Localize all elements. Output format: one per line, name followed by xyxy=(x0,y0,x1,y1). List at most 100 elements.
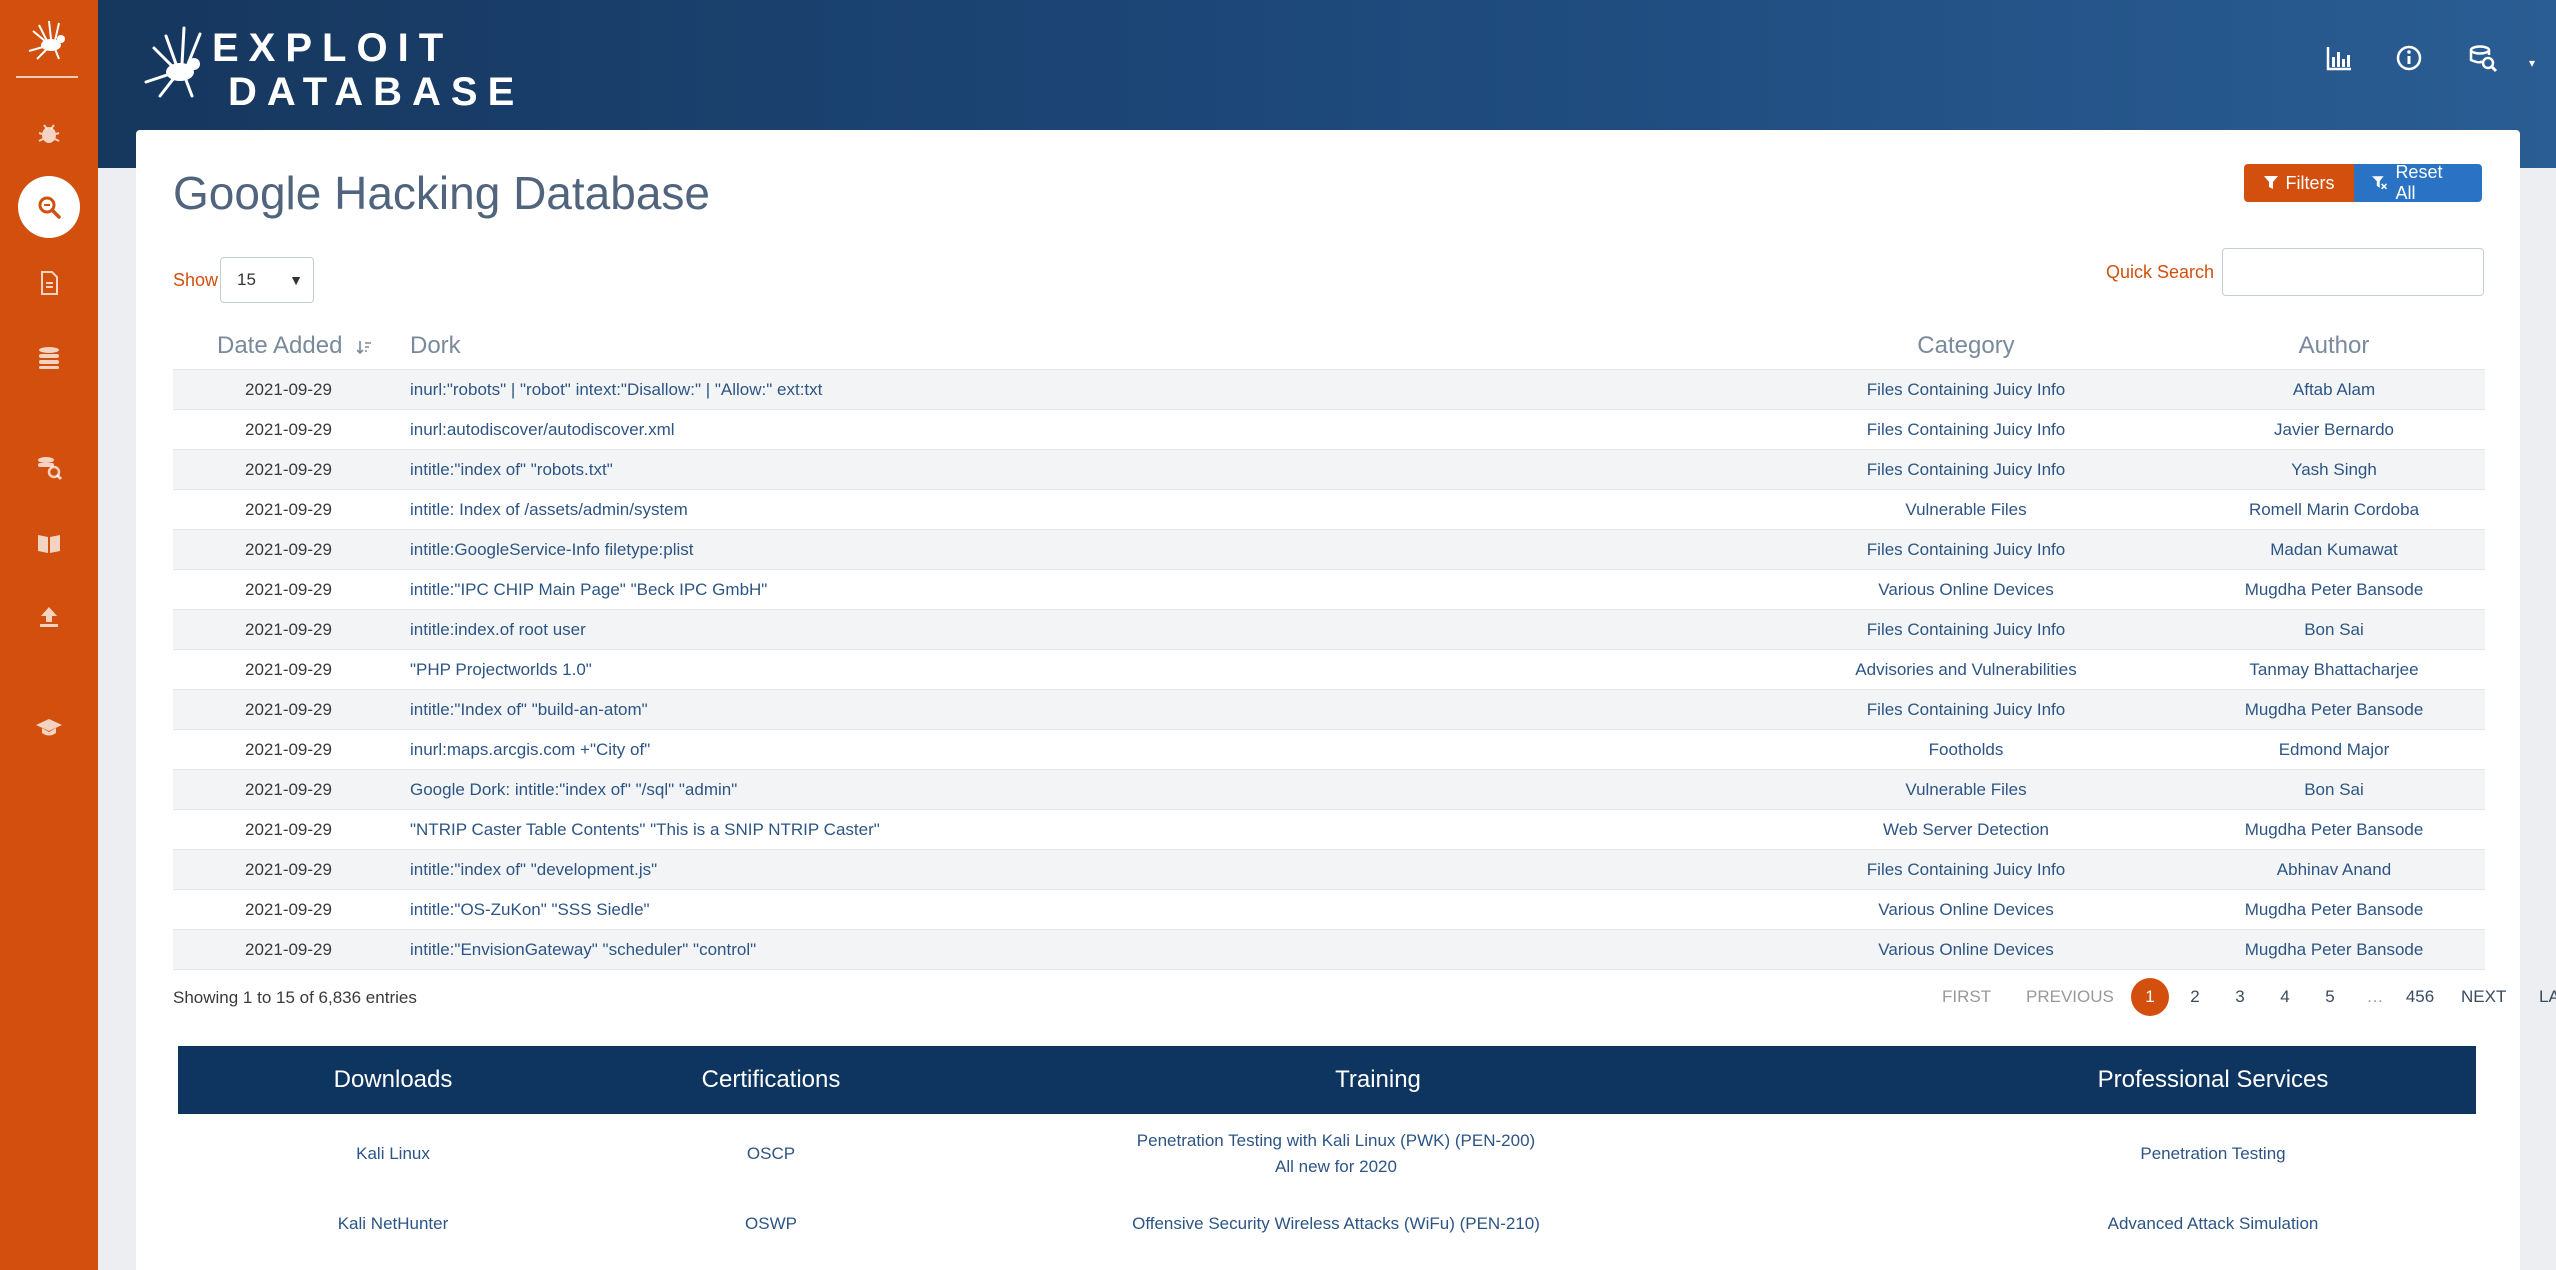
pagination-page-1[interactable]: 1 xyxy=(2131,978,2169,1016)
filters-button[interactable]: Filters xyxy=(2244,164,2354,202)
cell-dork-link[interactable]: Google Dork: intitle:"index of" "/sql" "… xyxy=(410,780,737,800)
footer-link-wifu[interactable]: Offensive Security Wireless Attacks (WiF… xyxy=(1048,1214,1624,1234)
pagination: FIRST PREVIOUS 1 2 3 4 5 … 456 NEXT LAST xyxy=(1796,978,2556,1016)
cell-dork-link[interactable]: intitle:GoogleService-Info filetype:plis… xyxy=(410,540,693,560)
cell-category-link[interactable]: Files Containing Juicy Info xyxy=(1754,380,2178,400)
cell-dork-link[interactable]: intitle:"Index of" "build-an-atom" xyxy=(410,700,648,720)
cell-author-link[interactable]: Yash Singh xyxy=(2134,460,2534,480)
cell-dork-link[interactable]: intitle:"EnvisionGateway" "scheduler" "c… xyxy=(410,940,756,960)
table-body: 2021-09-29 inurl:"robots" | "robot" intex… xyxy=(173,370,2485,970)
cell-author-link[interactable]: Mugdha Peter Bansode xyxy=(2134,580,2534,600)
sidebar-item-exploits[interactable] xyxy=(0,96,98,170)
sidebar-item-submit[interactable] xyxy=(0,580,98,654)
footer-link-kali-nethunter[interactable]: Kali NetHunter xyxy=(178,1214,608,1234)
pagination-next[interactable]: NEXT xyxy=(2461,978,2506,1016)
cell-author-link[interactable]: Aftab Alam xyxy=(2134,380,2534,400)
pagination-first[interactable]: FIRST xyxy=(1942,978,1991,1016)
table-row: 2021-09-29 "PHP Projectworlds 1.0" Advisor… xyxy=(173,650,2485,690)
cell-category-link[interactable]: Various Online Devices xyxy=(1754,900,2178,920)
footer-link-kali-linux[interactable]: Kali Linux xyxy=(178,1144,608,1164)
cell-category-link[interactable]: Vulnerable Files xyxy=(1754,500,2178,520)
cell-dork-link[interactable]: intitle:"index of" "robots.txt" xyxy=(410,460,613,480)
column-header-date-label: Date Added xyxy=(217,332,343,359)
cell-category-link[interactable]: Web Server Detection xyxy=(1754,820,2178,840)
table-row: 2021-09-29 intitle:"index of" "developmen… xyxy=(173,850,2485,890)
exploit-database-logo[interactable]: EXPLOIT DATABASE xyxy=(140,20,514,114)
column-header-dork[interactable]: Dork xyxy=(410,332,461,360)
pagination-page-4[interactable]: 4 xyxy=(2266,978,2304,1016)
cell-category-link[interactable]: Advisories and Vulnerabilities xyxy=(1754,660,2178,680)
footer-link-advanced-attack-simulation[interactable]: Advanced Attack Simulation xyxy=(2028,1214,2398,1234)
cell-author-link[interactable]: Mugdha Peter Bansode xyxy=(2134,900,2534,920)
column-header-category[interactable]: Category xyxy=(1854,332,2078,360)
sidebar xyxy=(0,0,98,1270)
info-icon[interactable] xyxy=(2389,38,2429,78)
cell-dork-link[interactable]: inurl:maps.arcgis.com +"City of" xyxy=(410,740,650,760)
chevron-down-icon[interactable]: ▾ xyxy=(2529,56,2535,70)
cell-category-link[interactable]: Footholds xyxy=(1754,740,2178,760)
footer-link-oswp[interactable]: OSWP xyxy=(608,1214,934,1234)
cell-author-link[interactable]: Tanmay Bhattacharjee xyxy=(2134,660,2534,680)
cell-dork-link[interactable]: inurl:autodiscover/autodiscover.xml xyxy=(410,420,675,440)
book-icon xyxy=(38,535,60,553)
sidebar-item-submissions[interactable] xyxy=(0,506,98,580)
cell-author-link[interactable]: Mugdha Peter Bansode xyxy=(2134,700,2534,720)
pagination-page-456[interactable]: 456 xyxy=(2400,978,2440,1016)
cell-category-link[interactable]: Various Online Devices xyxy=(1754,580,2178,600)
sidebar-item-training[interactable] xyxy=(0,690,98,764)
cell-category-link[interactable]: Vulnerable Files xyxy=(1754,780,2178,800)
cell-date: 2021-09-29 xyxy=(245,940,332,959)
column-header-author[interactable]: Author xyxy=(2234,332,2434,360)
footer-link-pwk[interactable]: Penetration Testing with Kali Linux (PWK… xyxy=(1048,1131,1624,1177)
cell-dork-link[interactable]: intitle:"IPC CHIP Main Page" "Beck IPC G… xyxy=(410,580,767,600)
cell-date: 2021-09-29 xyxy=(245,580,332,599)
column-header-date[interactable]: Date Added xyxy=(217,332,372,360)
cell-category-link[interactable]: Files Containing Juicy Info xyxy=(1754,420,2178,440)
cell-author-link[interactable]: Edmond Major xyxy=(2134,740,2534,760)
stats-chart-icon[interactable] xyxy=(2319,38,2359,78)
sidebar-item-ghdb[interactable] xyxy=(0,170,98,244)
cell-category-link[interactable]: Files Containing Juicy Info xyxy=(1754,700,2178,720)
search-database-icon[interactable] xyxy=(2463,38,2503,78)
filters-button-label: Filters xyxy=(2285,172,2335,193)
cell-category-link[interactable]: Files Containing Juicy Info xyxy=(1754,460,2178,480)
search-icon xyxy=(38,196,61,219)
cell-dork-link[interactable]: "PHP Projectworlds 1.0" xyxy=(410,660,592,680)
cell-author-link[interactable]: Bon Sai xyxy=(2134,780,2534,800)
cell-dork-link[interactable]: "NTRIP Caster Table Contents" "This is a… xyxy=(410,820,880,840)
cell-category-link[interactable]: Various Online Devices xyxy=(1754,940,2178,960)
cell-dork-link[interactable]: intitle:"index of" "development.js" xyxy=(410,860,657,880)
cell-author-link[interactable]: Mugdha Peter Bansode xyxy=(2134,940,2534,960)
sidebar-item-search-exploitdb[interactable] xyxy=(0,430,98,504)
cell-author-link[interactable]: Javier Bernardo xyxy=(2134,420,2534,440)
cell-author-link[interactable]: Mugdha Peter Bansode xyxy=(2134,820,2534,840)
cell-dork-link[interactable]: intitle: Index of /assets/admin/system xyxy=(410,500,688,520)
pagination-previous[interactable]: PREVIOUS xyxy=(2026,978,2114,1016)
footer-link-penetration-testing[interactable]: Penetration Testing xyxy=(2028,1144,2398,1164)
cell-dork-link[interactable]: inurl:"robots" | "robot" intext:"Disallo… xyxy=(410,380,822,400)
cell-category-link[interactable]: Files Containing Juicy Info xyxy=(1754,540,2178,560)
reset-all-button[interactable]: Reset All xyxy=(2354,162,2482,203)
cell-author-link[interactable]: Abhinav Anand xyxy=(2134,860,2534,880)
cell-dork-link[interactable]: intitle:index.of root user xyxy=(410,620,586,640)
pagination-page-3[interactable]: 3 xyxy=(2221,978,2259,1016)
cell-date: 2021-09-29 xyxy=(245,420,332,439)
cell-author-link[interactable]: Bon Sai xyxy=(2134,620,2534,640)
cell-category-link[interactable]: Files Containing Juicy Info xyxy=(1754,620,2178,640)
graduation-cap-icon xyxy=(36,719,62,736)
cell-author-link[interactable]: Madan Kumawat xyxy=(2134,540,2534,560)
sidebar-item-papers[interactable] xyxy=(0,246,98,320)
spider-logo-icon xyxy=(144,26,202,98)
table-row: 2021-09-29 intitle:"IPC CHIP Main Page" "… xyxy=(173,570,2485,610)
cell-dork-link[interactable]: intitle:"OS-ZuKon" "SSS Siedle" xyxy=(410,900,650,920)
spider-logo-icon[interactable] xyxy=(0,0,98,78)
pagination-page-2[interactable]: 2 xyxy=(2176,978,2214,1016)
pagination-last[interactable]: LAST xyxy=(2539,978,2556,1016)
footer-link-oscp[interactable]: OSCP xyxy=(608,1144,934,1164)
cell-author-link[interactable]: Romell Marin Cordoba xyxy=(2134,500,2534,520)
pagination-page-5[interactable]: 5 xyxy=(2311,978,2349,1016)
sidebar-item-shellcodes[interactable] xyxy=(0,320,98,394)
cell-category-link[interactable]: Files Containing Juicy Info xyxy=(1754,860,2178,880)
show-entries-select[interactable]: 15 ▼ xyxy=(220,257,314,303)
quick-search-input[interactable] xyxy=(2222,248,2484,296)
